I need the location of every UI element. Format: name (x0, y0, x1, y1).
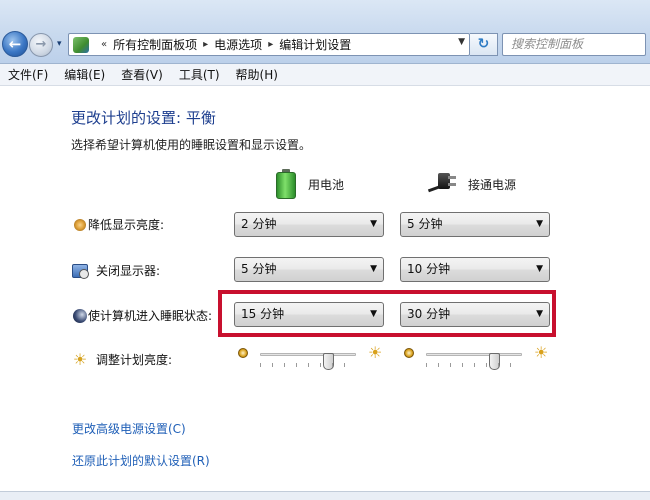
refresh-button[interactable]: ↻ (470, 33, 498, 56)
breadcrumb-power-options[interactable]: 电源选项 (214, 36, 262, 53)
slider-thumb[interactable] (323, 353, 334, 370)
restore-defaults-link[interactable]: 还原此计划的默认设置(R) (72, 452, 210, 469)
slider-track[interactable] (426, 353, 522, 370)
menu-view[interactable]: 查看(V) (115, 64, 169, 86)
address-bar[interactable]: « 所有控制面板项 ▸ 电源选项 ▸ 编辑计划设置 ▼ (68, 33, 470, 56)
advanced-power-settings-link[interactable]: 更改高级电源设置(C) (72, 420, 186, 437)
breadcrumb-separator-icon[interactable]: ▸ (268, 39, 273, 50)
brightness-battery-slider[interactable]: ☀ (238, 343, 383, 370)
dim-display-label: 降低显示亮度: (88, 218, 165, 232)
column-header-plugged-in: 接通电源 (427, 173, 517, 195)
chevron-down-icon: ▼ (370, 264, 377, 274)
breadcrumb-overflow-icon[interactable]: « (101, 39, 107, 50)
menu-file[interactable]: 文件(F) (2, 64, 54, 86)
dim-sun-icon (238, 348, 248, 358)
sleep-moon-icon (73, 308, 87, 323)
brightness-plugged-in-slider[interactable]: ☀ (404, 343, 549, 370)
dim-sun-icon (404, 348, 414, 358)
menu-bar: 文件(F) 编辑(E) 查看(V) 工具(T) 帮助(H) (0, 64, 650, 86)
brightness-label: 调整计划亮度: (96, 353, 173, 367)
bright-sun-icon: ☀ (534, 343, 549, 362)
breadcrumb-all-control-panel-items[interactable]: 所有控制面板项 (113, 36, 197, 53)
column-label-plugged-in: 接通电源 (468, 177, 517, 192)
row-label-turn-off-display: 关闭显示器: (72, 262, 160, 279)
slider-track[interactable] (260, 353, 356, 370)
menu-edit[interactable]: 编辑(E) (58, 64, 111, 86)
column-label-battery: 用电池 (308, 177, 345, 192)
breadcrumb-separator-icon[interactable]: ▸ (203, 39, 208, 50)
sleep-row-highlight (218, 290, 556, 337)
slider-ticks (426, 363, 522, 367)
chevron-down-icon: ▼ (370, 219, 377, 229)
forward-button[interactable]: → (29, 33, 53, 57)
menu-help[interactable]: 帮助(H) (230, 64, 284, 86)
row-label-dim-display: 降低显示亮度: (72, 216, 164, 233)
control-panel-icon (73, 36, 89, 53)
brightness-sun-icon: ☀ (72, 349, 88, 369)
turn-off-display-label: 关闭显示器: (96, 264, 161, 278)
turn-off-display-plugged-in-select[interactable]: 10 分钟 ▼ (400, 257, 550, 282)
dim-display-icon (74, 218, 86, 231)
row-label-brightness: ☀ 调整计划亮度: (72, 351, 172, 368)
address-dropdown-chevron-down-icon[interactable]: ▼ (458, 37, 465, 47)
sleep-label: 使计算机进入睡眠状态: (88, 309, 213, 323)
column-header-battery: 用电池 (276, 169, 344, 199)
row-label-sleep: 使计算机进入睡眠状态: (72, 307, 212, 324)
dim-display-battery-value: 2 分钟 (241, 217, 277, 231)
monitor-off-icon (72, 263, 89, 279)
main-content: 更改计划的设置: 平衡 选择希望计算机使用的睡眠设置和显示设置。 用电池 接通电… (0, 87, 650, 491)
search-input[interactable]: 搜索控制面板 (502, 33, 646, 56)
breadcrumb-edit-plan-settings[interactable]: 编辑计划设置 (279, 36, 351, 53)
turn-off-display-battery-select[interactable]: 5 分钟 ▼ (234, 257, 384, 282)
slider-ticks (260, 363, 356, 367)
page-subtitle: 选择希望计算机使用的睡眠设置和显示设置。 (71, 138, 312, 152)
page-title: 更改计划的设置: 平衡 (71, 109, 216, 127)
power-plug-icon (427, 173, 456, 195)
chevron-down-icon: ▼ (536, 264, 543, 274)
refresh-icon: ↻ (477, 36, 490, 52)
slider-thumb[interactable] (489, 353, 500, 370)
chevron-down-icon: ▼ (536, 219, 543, 229)
bright-sun-icon: ☀ (368, 343, 383, 362)
recent-pages-chevron-down-icon[interactable]: ▾ (57, 39, 62, 49)
turn-off-display-battery-value: 5 分钟 (241, 262, 277, 276)
menu-tools[interactable]: 工具(T) (173, 64, 226, 86)
battery-icon (276, 169, 296, 199)
dim-display-plugged-in-select[interactable]: 5 分钟 ▼ (400, 212, 550, 237)
dim-display-plugged-in-value: 5 分钟 (407, 217, 443, 231)
navigation-bar: ← → ▾ « 所有控制面板项 ▸ 电源选项 ▸ 编辑计划设置 ▼ ↻ 搜索控制… (0, 0, 650, 64)
turn-off-display-plugged-in-value: 10 分钟 (407, 262, 451, 276)
status-bar (0, 491, 650, 500)
navigation-buttons: ← → ▾ (2, 31, 70, 59)
dim-display-battery-select[interactable]: 2 分钟 ▼ (234, 212, 384, 237)
back-button[interactable]: ← (2, 31, 28, 57)
